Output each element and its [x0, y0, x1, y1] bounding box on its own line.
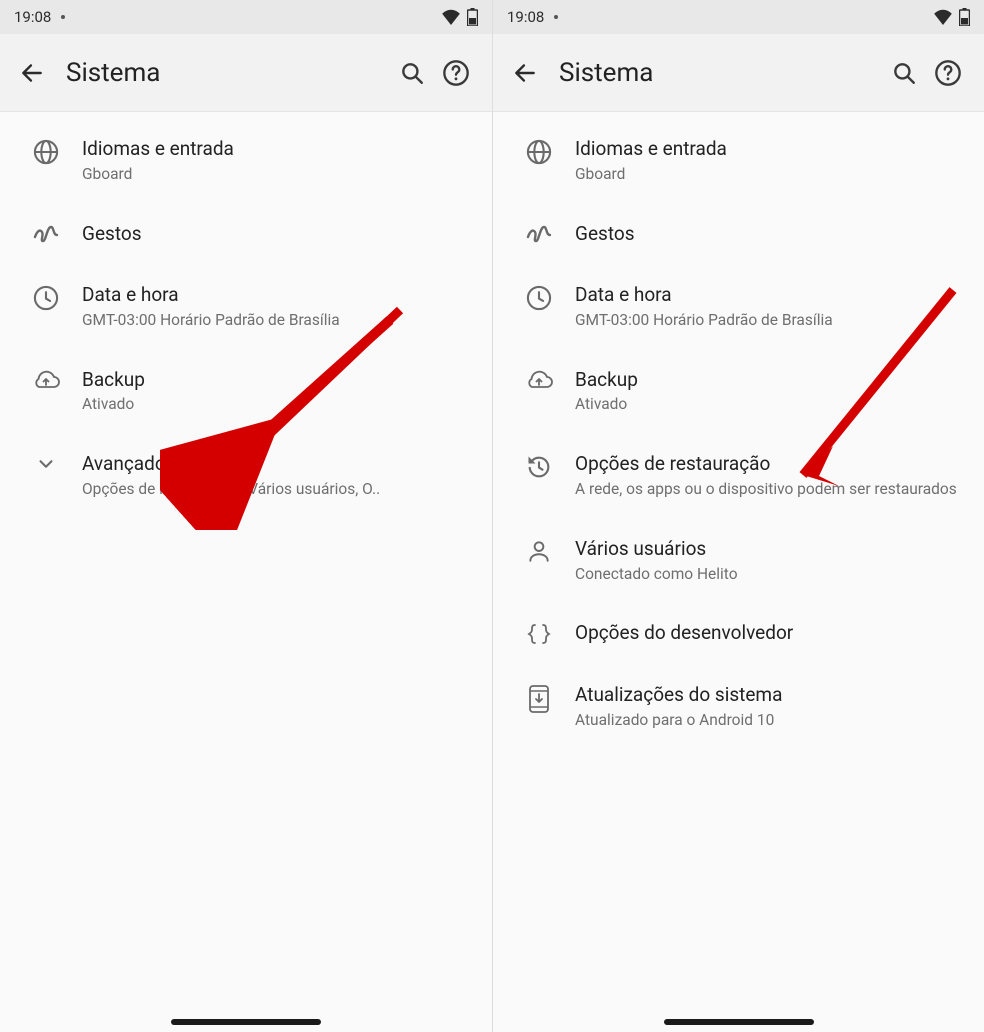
app-bar: Sistema [0, 34, 492, 112]
row-title: Gestos [82, 221, 476, 247]
row-gestures[interactable]: Gestos [493, 203, 984, 265]
search-button[interactable] [390, 51, 434, 95]
help-button[interactable] [434, 51, 478, 95]
row-subtitle: Opções de restauração, Vários usuários, … [82, 479, 476, 500]
squiggle-icon [32, 224, 60, 244]
row-title: Opções do desenvolvedor [575, 620, 968, 646]
row-developer-options[interactable]: Opções do desenvolvedor [493, 602, 984, 664]
row-languages-input[interactable]: Idiomas e entrada Gboard [0, 118, 492, 203]
battery-icon [959, 8, 970, 26]
chevron-down-icon [35, 453, 57, 475]
row-date-time[interactable]: Data e hora GMT-03:00 Horário Padrão de … [0, 264, 492, 349]
user-icon [526, 538, 552, 564]
cloud-icon [524, 369, 554, 391]
row-date-time[interactable]: Data e hora GMT-03:00 Horário Padrão de … [493, 264, 984, 349]
wifi-icon [933, 9, 953, 25]
row-subtitle: Conectado como Helito [575, 564, 968, 585]
row-subtitle: A rede, os apps ou o dispositivo podem s… [575, 479, 968, 500]
row-title: Idiomas e entrada [82, 136, 476, 162]
row-reset-options[interactable]: Opções de restauração A rede, os apps ou… [493, 433, 984, 518]
history-icon [525, 453, 553, 481]
help-button[interactable] [926, 51, 970, 95]
status-bar: 19:08 [493, 0, 984, 34]
row-title: Data e hora [575, 282, 968, 308]
clock-icon [525, 284, 553, 312]
notification-dot [61, 15, 65, 19]
row-title: Idiomas e entrada [575, 136, 968, 162]
back-button[interactable] [507, 60, 543, 86]
settings-list: Idiomas e entrada Gboard Gestos Data e h… [493, 112, 984, 1012]
back-button[interactable] [14, 60, 50, 86]
clock-time: 19:08 [14, 8, 51, 26]
row-title: Data e hora [82, 282, 476, 308]
globe-icon [32, 138, 60, 166]
app-bar: Sistema [493, 34, 984, 112]
row-title: Opções de restauração [575, 451, 968, 477]
row-subtitle: Atualizado para o Android 10 [575, 710, 968, 731]
row-subtitle: GMT-03:00 Horário Padrão de Brasília [82, 310, 476, 331]
navigation-bar[interactable] [0, 1012, 492, 1032]
status-bar: 19:08 [0, 0, 492, 34]
clock-icon [32, 284, 60, 312]
row-subtitle: Gboard [82, 164, 476, 185]
clock-time: 19:08 [507, 8, 544, 26]
page-title: Sistema [50, 58, 390, 88]
search-button[interactable] [882, 51, 926, 95]
row-languages-input[interactable]: Idiomas e entrada Gboard [493, 118, 984, 203]
notification-dot [554, 15, 558, 19]
row-title: Atualizações do sistema [575, 682, 968, 708]
row-title: Vários usuários [575, 536, 968, 562]
screen-right: 19:08 Sistema Idiom [492, 0, 984, 1032]
settings-list: Idiomas e entrada Gboard Gestos Data e h… [0, 112, 492, 1012]
screen-left: 19:08 Sistema Idiom [0, 0, 492, 1032]
row-title: Gestos [575, 221, 968, 247]
row-gestures[interactable]: Gestos [0, 203, 492, 265]
row-title: Backup [575, 367, 968, 393]
row-subtitle: Gboard [575, 164, 968, 185]
row-backup[interactable]: Backup Ativado [493, 349, 984, 434]
row-subtitle: Ativado [575, 394, 968, 415]
row-subtitle: GMT-03:00 Horário Padrão de Brasília [575, 310, 968, 331]
row-backup[interactable]: Backup Ativado [0, 349, 492, 434]
globe-icon [525, 138, 553, 166]
row-advanced[interactable]: Avançado Opções de restauração, Vários u… [0, 433, 492, 518]
battery-icon [467, 8, 478, 26]
cloud-icon [31, 369, 61, 391]
navigation-bar[interactable] [493, 1012, 984, 1032]
row-system-updates[interactable]: Atualizações do sistema Atualizado para … [493, 664, 984, 749]
row-multiple-users[interactable]: Vários usuários Conectado como Helito [493, 518, 984, 603]
update-icon [528, 684, 550, 714]
row-title: Avançado [82, 451, 476, 477]
braces-icon [526, 623, 552, 645]
row-subtitle: Ativado [82, 394, 476, 415]
home-pill-icon [171, 1019, 321, 1025]
squiggle-icon [525, 224, 553, 244]
wifi-icon [441, 9, 461, 25]
row-title: Backup [82, 367, 476, 393]
home-pill-icon [664, 1019, 814, 1025]
page-title: Sistema [543, 58, 882, 88]
